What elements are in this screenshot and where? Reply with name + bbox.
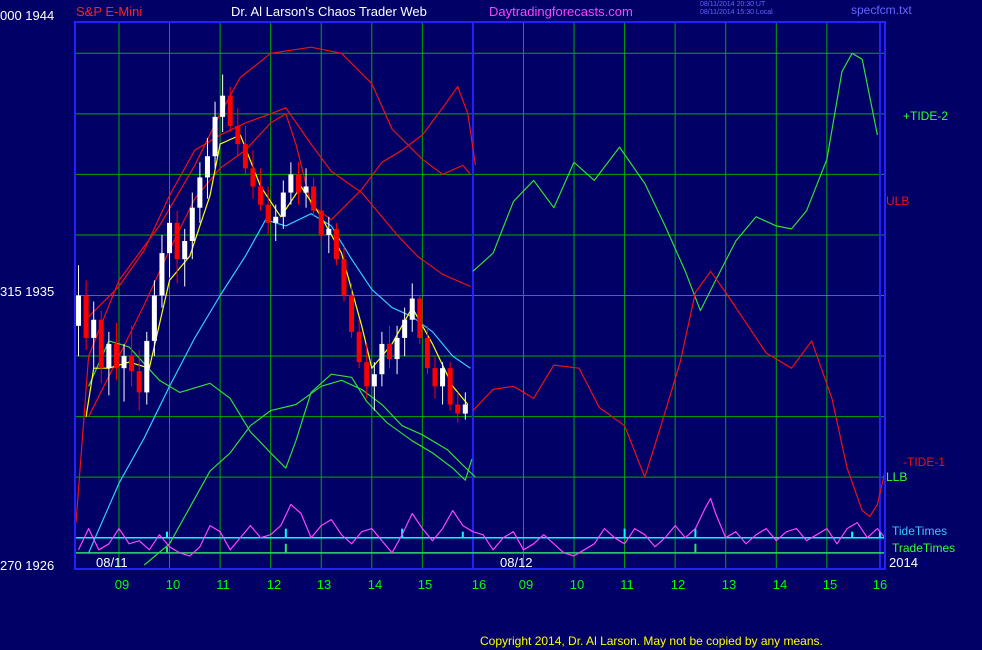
y-label-top: 000 1944 bbox=[0, 8, 55, 23]
price-bar-body bbox=[76, 295, 82, 326]
file-name: specfcm.txt bbox=[851, 3, 912, 17]
price-bar-body bbox=[258, 186, 264, 205]
price-bar-body bbox=[440, 368, 446, 387]
series-layer bbox=[75, 46, 886, 566]
timestamp-local: 08/11/2014 15:30 Local bbox=[700, 9, 773, 16]
price-bar-body bbox=[121, 356, 127, 369]
x-tick-label: 13 bbox=[721, 577, 737, 592]
date-label-left: 08/11 bbox=[96, 555, 128, 570]
price-bar-body bbox=[455, 404, 461, 414]
year-label: 2014 bbox=[889, 555, 918, 570]
price-bar-body bbox=[174, 222, 180, 260]
price-bar-body bbox=[424, 337, 430, 369]
price-bar-body bbox=[91, 319, 97, 338]
price-bar-body bbox=[462, 404, 468, 414]
chart-symbol: S&P E-Mini bbox=[76, 4, 143, 19]
price-bar-body bbox=[333, 228, 339, 260]
series-line-ulb-envelope bbox=[75, 46, 471, 523]
price-bar-body bbox=[326, 228, 332, 235]
x-tick-label: 12 bbox=[670, 577, 686, 592]
price-bar-body bbox=[409, 298, 415, 320]
series-line-magenta-oscillator bbox=[77, 497, 886, 557]
chart-title: Dr. Al Larson's Chaos Trader Web bbox=[231, 4, 427, 19]
price-bar-body bbox=[379, 343, 385, 375]
site-link[interactable]: Daytradingforecasts.com bbox=[489, 4, 633, 19]
label-trade-times: TradeTimes bbox=[892, 541, 956, 555]
price-bar-body bbox=[303, 186, 309, 193]
x-tick-label: 14 bbox=[772, 577, 788, 592]
grid bbox=[76, 23, 885, 568]
series-line-red-forecast bbox=[472, 270, 886, 518]
series-line-yellow-ma bbox=[85, 134, 469, 417]
price-bar-body bbox=[151, 295, 157, 341]
x-tick-label: 12 bbox=[266, 577, 282, 592]
x-tick-label: 10 bbox=[569, 577, 585, 592]
price-bar-body bbox=[386, 343, 392, 360]
price-bar-body bbox=[265, 204, 271, 223]
price-bar-body bbox=[189, 207, 195, 241]
x-tick-label: 15 bbox=[417, 577, 433, 592]
price-bar-body bbox=[98, 319, 104, 369]
price-bar-body bbox=[144, 340, 150, 393]
price-bar-body bbox=[311, 186, 317, 211]
price-bar-body bbox=[106, 343, 112, 369]
price-bar-body bbox=[447, 368, 453, 405]
price-bar-body bbox=[242, 144, 248, 169]
price-bar-body bbox=[341, 259, 347, 296]
price-bar-body bbox=[113, 343, 119, 369]
chart bbox=[74, 21, 886, 570]
price-bar-body bbox=[318, 210, 324, 235]
series-line-upper-band bbox=[88, 107, 471, 318]
x-tick-label: 16 bbox=[872, 577, 888, 592]
price-bar-body bbox=[371, 374, 377, 387]
price-bar-body bbox=[235, 125, 241, 145]
price-bar-body bbox=[204, 156, 210, 178]
price-bar-body bbox=[182, 241, 188, 260]
label-ulb: ULB bbox=[886, 194, 910, 208]
x-tick-label: 10 bbox=[165, 577, 181, 592]
price-bar-body bbox=[280, 192, 286, 217]
price-bar-body bbox=[356, 331, 362, 363]
price-bar-body bbox=[227, 95, 233, 126]
x-tick-label: 16 bbox=[471, 577, 487, 592]
price-bar-body bbox=[394, 337, 400, 360]
price-bar-body bbox=[432, 368, 438, 387]
price-bar-body bbox=[83, 295, 89, 338]
price-bar-body bbox=[273, 216, 279, 223]
y-label-mid: 315 1935 bbox=[0, 284, 55, 299]
price-bar-body bbox=[288, 174, 294, 193]
x-tick-label: 13 bbox=[316, 577, 332, 592]
price-bars bbox=[76, 74, 468, 423]
label-tide-times: TideTimes bbox=[892, 524, 948, 538]
price-bar-body bbox=[212, 116, 218, 157]
timestamp-utc: 08/11/2014 20:30 UT bbox=[700, 1, 766, 8]
price-bar-body bbox=[220, 95, 226, 117]
copyright: Copyright 2014, Dr. Al Larson. May not b… bbox=[480, 634, 823, 648]
x-tick-label: 09 bbox=[114, 577, 130, 592]
date-label-mid: 08/12 bbox=[500, 555, 533, 570]
x-tick-label: 11 bbox=[216, 577, 230, 592]
y-label-bottom: 270 1926 bbox=[0, 558, 55, 573]
price-bar-body bbox=[197, 177, 203, 208]
x-tick-label: 11 bbox=[620, 577, 634, 592]
label-tide-minus: -TIDE-1 bbox=[903, 455, 945, 469]
price-bar-body bbox=[250, 168, 256, 187]
price-bar-body bbox=[136, 371, 142, 393]
x-tick-label: 15 bbox=[822, 577, 838, 592]
price-bar-body bbox=[417, 298, 423, 338]
label-llb: LLB bbox=[886, 470, 908, 484]
price-bar-body bbox=[159, 253, 165, 296]
x-tick-label: 14 bbox=[367, 577, 383, 592]
price-bar-body bbox=[402, 319, 408, 338]
price-bar-body bbox=[295, 174, 301, 193]
price-bar-body bbox=[129, 356, 135, 372]
price-bar-body bbox=[364, 362, 370, 387]
label-tide-plus: +TIDE-2 bbox=[903, 109, 949, 123]
price-bar-body bbox=[349, 295, 355, 332]
x-tick-label: 09 bbox=[518, 577, 534, 592]
price-bar-body bbox=[167, 222, 173, 254]
